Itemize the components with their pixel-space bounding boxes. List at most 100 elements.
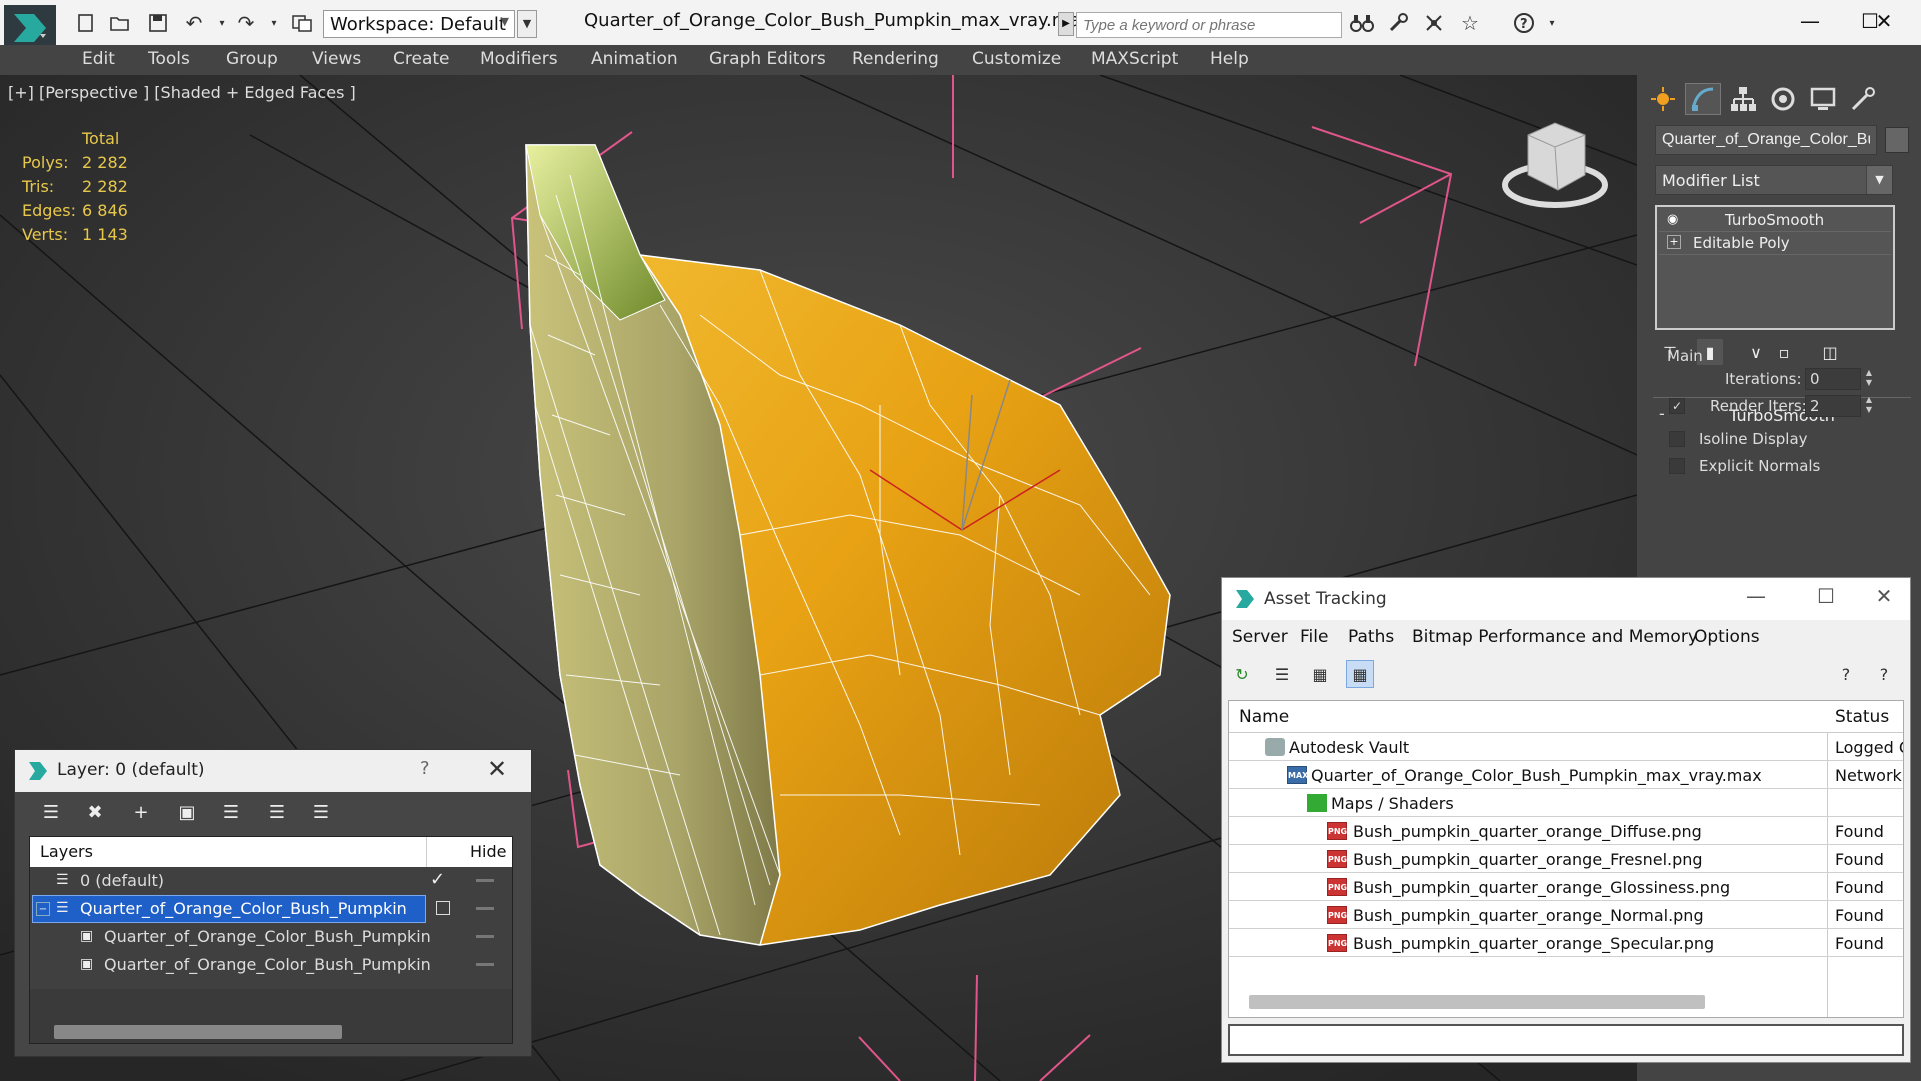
isoline-display-checkbox[interactable]: [1669, 431, 1685, 447]
tools-icon[interactable]: [1386, 12, 1410, 34]
thumbnail-view-icon[interactable]: ▦: [1306, 660, 1334, 688]
render-iters-spinner[interactable]: 2: [1805, 395, 1861, 417]
project-folder-icon[interactable]: [290, 12, 314, 34]
make-unique-icon[interactable]: ∨: [1743, 339, 1769, 365]
stack-item-turbosmooth[interactable]: ◉ TurboSmooth: [1659, 209, 1891, 232]
layer-dialog-titlebar[interactable]: Layer: 0 (default) ? ✕: [15, 750, 531, 792]
hide-toggle[interactable]: [476, 935, 494, 938]
favorites-star-icon[interactable]: ☆: [1458, 11, 1482, 35]
menu-options[interactable]: Options: [1694, 627, 1760, 647]
close-icon[interactable]: ✕: [487, 755, 507, 783]
horizontal-scrollbar[interactable]: [1249, 995, 1705, 1009]
set-active-layer-icon[interactable]: [436, 901, 450, 915]
hierarchy-tab-icon[interactable]: [1725, 83, 1761, 115]
layer-row-default[interactable]: ☰ 0 (default) ✓: [30, 867, 512, 895]
asset-row[interactable]: PNG Bush_pumpkin_quarter_orange_Glossine…: [1229, 873, 1903, 901]
menu-edit[interactable]: Edit: [82, 49, 115, 69]
communication-center-icon[interactable]: [1422, 12, 1446, 34]
asset-path-field[interactable]: [1228, 1024, 1904, 1056]
menu-maxscript[interactable]: MAXScript: [1091, 49, 1178, 69]
window-close-button[interactable]: ✕: [1852, 4, 1916, 38]
hide-toggle[interactable]: [476, 879, 494, 882]
binoculars-icon[interactable]: [1350, 12, 1374, 34]
explicit-normals-checkbox[interactable]: [1669, 458, 1685, 474]
search-expand-button[interactable]: ▶: [1058, 12, 1074, 36]
redo-dropdown-icon[interactable]: ▾: [262, 12, 286, 34]
undo-icon[interactable]: ↶: [182, 11, 206, 35]
create-layer-icon[interactable]: ☰: [37, 799, 65, 825]
create-tab-icon[interactable]: [1645, 83, 1681, 115]
column-name[interactable]: Name: [1239, 707, 1289, 727]
help-button[interactable]: ?: [420, 758, 430, 779]
asset-row[interactable]: PNG Bush_pumpkin_quarter_orange_Normal.p…: [1229, 901, 1903, 929]
utilities-tab-icon[interactable]: [1845, 83, 1881, 115]
menu-customize[interactable]: Customize: [972, 49, 1061, 69]
menu-file[interactable]: File: [1300, 627, 1328, 647]
modifier-list-dropdown[interactable]: Modifier List ▼: [1655, 165, 1893, 195]
menu-server[interactable]: Server: [1232, 627, 1288, 647]
menu-group[interactable]: Group: [226, 49, 278, 69]
spinner-arrows-icon[interactable]: ▲ ▼: [1863, 395, 1875, 417]
menu-views[interactable]: Views: [312, 49, 361, 69]
workspace-selector[interactable]: Workspace: Default ▼: [323, 10, 515, 38]
help-dropdown-icon[interactable]: ▾: [1540, 12, 1564, 34]
render-iters-checkbox[interactable]: ✓: [1669, 398, 1685, 414]
modify-tab-icon[interactable]: [1685, 83, 1721, 115]
highlight-layer-icon[interactable]: ☰: [217, 799, 245, 825]
menu-graph-editors[interactable]: Graph Editors: [709, 49, 826, 69]
stack-item-editable-poly[interactable]: + Editable Poly: [1659, 232, 1891, 255]
lightbulb-icon[interactable]: ◉: [1667, 212, 1681, 227]
iterations-spinner[interactable]: 0: [1805, 368, 1861, 390]
asset-row[interactable]: PNG Bush_pumpkin_quarter_orange_Fresnel.…: [1229, 845, 1903, 873]
menu-tools[interactable]: Tools: [148, 49, 190, 69]
horizontal-scrollbar[interactable]: [54, 1025, 342, 1039]
layer-row-pumpkin[interactable]: − ☰ Quarter_of_Orange_Color_Bush_Pumpkin: [30, 895, 512, 923]
menu-paths[interactable]: Paths: [1348, 627, 1394, 647]
active-layer-check-icon[interactable]: ✓: [430, 869, 445, 890]
asset-dialog-titlebar[interactable]: Asset Tracking — ☐ ✕: [1222, 578, 1910, 620]
hide-toggle[interactable]: [476, 907, 494, 910]
object-name-input[interactable]: [1655, 125, 1877, 155]
remove-modifier-icon[interactable]: ▫: [1771, 339, 1797, 365]
menu-bitmap-performance[interactable]: Bitmap Performance and Memory: [1412, 627, 1698, 647]
collapse-minus-icon[interactable]: −: [36, 902, 50, 916]
configure-modifier-sets-icon[interactable]: ◫: [1817, 339, 1843, 365]
asset-row[interactable]: MAX Quarter_of_Orange_Color_Bush_Pumpkin…: [1229, 761, 1903, 789]
menu-modifiers[interactable]: Modifiers: [480, 49, 558, 69]
refresh-icon[interactable]: ↻: [1228, 660, 1256, 688]
menu-create[interactable]: Create: [393, 49, 450, 69]
redo-icon[interactable]: ↷: [234, 11, 258, 35]
asset-row[interactable]: Maps / Shaders: [1229, 789, 1903, 817]
display-tab-icon[interactable]: [1805, 83, 1841, 115]
table-view-icon[interactable]: ▦: [1346, 660, 1374, 688]
menu-rendering[interactable]: Rendering: [852, 49, 939, 69]
list-view-icon[interactable]: ☰: [1268, 660, 1296, 688]
maximize-icon[interactable]: ☐: [1804, 584, 1848, 614]
help-pointer-icon[interactable]: ?: [1832, 660, 1860, 688]
add-to-layer-icon[interactable]: +: [127, 799, 155, 825]
layer-object-row[interactable]: ▣ Quarter_of_Orange_Color_Bush_Pumpkin: [30, 951, 512, 979]
freeze-all-layers-icon[interactable]: ☰: [307, 799, 335, 825]
new-file-icon[interactable]: [74, 12, 98, 34]
open-file-icon[interactable]: [108, 12, 132, 34]
help-context-icon[interactable]: ?: [1870, 660, 1898, 688]
menu-help[interactable]: Help: [1210, 49, 1249, 69]
viewport-label[interactable]: [+] [Perspective ] [Shaded + Edged Faces…: [8, 83, 356, 102]
layer-object-row[interactable]: ▣ Quarter_of_Orange_Color_Bush_Pumpkin: [30, 923, 512, 951]
asset-row[interactable]: Autodesk Vault Logged O: [1229, 733, 1903, 761]
object-color-swatch[interactable]: [1885, 127, 1909, 153]
column-status[interactable]: Status: [1835, 707, 1889, 727]
save-icon[interactable]: [146, 12, 170, 34]
search-input[interactable]: [1076, 12, 1342, 38]
expand-plus-icon[interactable]: +: [1667, 235, 1681, 249]
spinner-arrows-icon[interactable]: ▲ ▼: [1863, 368, 1875, 390]
help-icon[interactable]: ?: [1512, 12, 1536, 34]
select-objects-icon[interactable]: ▣: [173, 799, 201, 825]
undo-dropdown-icon[interactable]: ▾: [210, 12, 234, 34]
asset-row[interactable]: PNG Bush_pumpkin_quarter_orange_Specular…: [1229, 929, 1903, 957]
column-layers[interactable]: Layers: [40, 842, 93, 861]
minimize-icon[interactable]: —: [1734, 584, 1778, 614]
minimize-button[interactable]: —: [1780, 4, 1840, 38]
workspace-menu-button[interactable]: ▼: [517, 10, 537, 38]
asset-row[interactable]: PNG Bush_pumpkin_quarter_orange_Diffuse.…: [1229, 817, 1903, 845]
